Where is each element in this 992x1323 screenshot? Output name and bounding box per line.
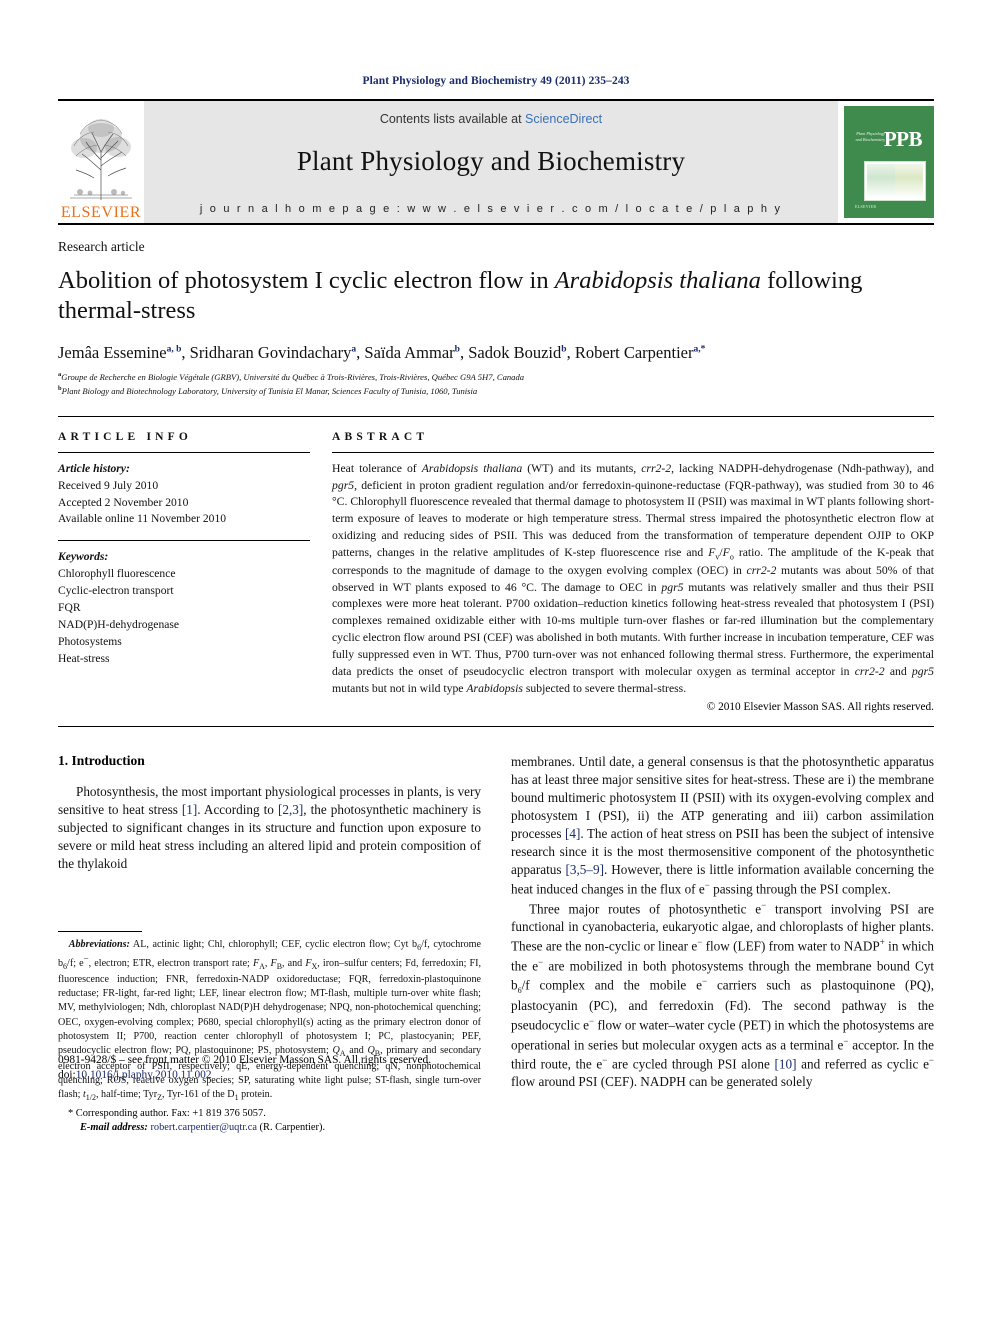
- corresponding-author-note: * Corresponding author. Fax: +1 819 376 …: [68, 1107, 266, 1119]
- cover-journal-name: Plant Physiology and Biochemistry: [855, 131, 885, 143]
- abstract-copyright: © 2010 Elsevier Masson SAS. All rights r…: [706, 700, 934, 713]
- issn-block: 0981-9428/$ – see front matter © 2010 El…: [58, 1053, 481, 1085]
- article-history: Article history: Received 9 July 2010 Ac…: [58, 453, 310, 529]
- cover-publisher-mark: ELSEVIER: [855, 204, 877, 209]
- cover-inner: Plant Physiology and Biochemistry PPB EL…: [850, 111, 928, 213]
- history-received: Received 9 July 2010: [58, 478, 159, 492]
- keyword-item: NAD(P)H-dehydrogenase: [58, 618, 180, 632]
- info-abstract-block: ARTICLE INFO Article history: Received 9…: [58, 417, 934, 713]
- affiliation-item: aGroupe de Recherche en Biologie Végétal…: [58, 370, 934, 384]
- cover-figure-right: [894, 164, 923, 198]
- author-name[interactable]: Jemâa Essemine: [58, 343, 167, 362]
- author-list: Jemâa Esseminea, b, Sridharan Govindacha…: [58, 342, 706, 362]
- article-body: 1. Introduction Photosynthesis, the most…: [58, 752, 934, 1133]
- affiliation-text: Groupe de Recherche en Biologie Végétale…: [61, 372, 525, 383]
- doi-link[interactable]: 10.1016/j.plaphy.2010.11.002: [76, 1069, 212, 1081]
- author-affil-marker: a, b: [166, 344, 182, 355]
- abstract-bottom-rule: [58, 725, 934, 727]
- cover-art: Plant Physiology and Biochemistry PPB EL…: [844, 106, 934, 218]
- keywords-label: Keywords:: [58, 550, 109, 564]
- author-name[interactable]: Robert Carpentier: [575, 343, 694, 362]
- email-note: E-mail address: robert.carpentier@uqtr.c…: [58, 1122, 481, 1133]
- affiliation-list: aGroupe de Recherche en Biologie Végétal…: [58, 370, 934, 398]
- doi-label: doi:: [58, 1069, 76, 1082]
- keyword-item: FQR: [58, 601, 81, 615]
- history-online: Available online 11 November 2010: [58, 512, 227, 526]
- journal-article-page: Plant Physiology and Biochemistry 49 (20…: [0, 0, 992, 1323]
- elsevier-wordmark: ELSEVIER: [60, 204, 142, 221]
- issn-line: 0981-9428/$ – see front matter © 2010 El…: [58, 1053, 432, 1066]
- doi-line: doi:10.1016/j.plaphy.2010.11.002: [58, 1068, 481, 1084]
- body-column-right: membranes. Until date, a general consens…: [511, 753, 934, 1092]
- title-species-italic: Arabidopsis thaliana: [554, 267, 761, 294]
- header-rule-bottom: [58, 223, 934, 225]
- intro-paragraph-2: Three major routes of photosynthetic e− …: [511, 899, 935, 1090]
- author-name[interactable]: Sridharan Govindachary: [190, 343, 352, 362]
- running-head: Plant Physiology and Biochemistry 49 (20…: [362, 75, 630, 87]
- section-heading-introduction: 1. Introduction: [58, 752, 145, 768]
- article-info-column: ARTICLE INFO Article history: Received 9…: [58, 431, 310, 713]
- keyword-item: Cyclic-electron transport: [58, 584, 174, 598]
- elsevier-logo: ELSEVIER: [58, 101, 144, 223]
- author-affil-marker: b: [561, 344, 567, 355]
- cover-figure-left: [867, 164, 896, 198]
- abstract-text: Heat tolerance of Arabidopsis thaliana (…: [332, 461, 934, 695]
- abstract-column: ABSTRACT Heat tolerance of Arabidopsis t…: [332, 431, 934, 713]
- journal-banner-center: Contents lists available at ScienceDirec…: [144, 101, 838, 223]
- contents-prefix: Contents lists available at: [379, 112, 526, 126]
- author-affil-marker: a: [351, 344, 357, 355]
- affiliation-item: bPlant Biology and Biotechnology Laborat…: [58, 384, 934, 398]
- intro-paragraph-1: Photosynthesis, the most important physi…: [58, 783, 481, 871]
- intro-paragraph-1-continued: membranes. Until date, a general consens…: [511, 753, 934, 897]
- abstract-heading: ABSTRACT: [332, 430, 429, 443]
- affiliation-text: Plant Biology and Biotechnology Laborato…: [61, 385, 478, 396]
- article-info-heading: ARTICLE INFO: [58, 430, 193, 443]
- author-name[interactable]: Saïda Ammar: [364, 343, 454, 362]
- journal-title: Plant Physiology and Biochemistry: [296, 146, 686, 176]
- author-name[interactable]: Sadok Bouzid: [468, 343, 561, 362]
- article-history-label: Article history:: [58, 461, 130, 475]
- email-suffix: (R. Carpentier).: [256, 1121, 326, 1133]
- contents-line: Contents lists available at ScienceDirec…: [380, 112, 602, 126]
- title-segment-1: Abolition of photosystem I cyclic electr…: [58, 267, 555, 294]
- article-type: Research article: [58, 239, 145, 254]
- sciencedirect-link[interactable]: ScienceDirect: [525, 112, 602, 126]
- cover-figure-icon: [864, 161, 926, 201]
- email-link[interactable]: robert.carpentier@uqtr.ca: [150, 1122, 257, 1133]
- elsevier-tree-icon: [64, 112, 138, 204]
- keyword-item: Chlorophyll fluorescence: [58, 567, 176, 581]
- body-column-left: 1. Introduction Photosynthesis, the most…: [58, 752, 481, 1133]
- journal-cover-thumbnail[interactable]: Plant Physiology and Biochemistry PPB EL…: [838, 101, 934, 223]
- author-affil-marker: a,*: [693, 344, 706, 355]
- keyword-item: Photosystems: [58, 634, 122, 648]
- footnote-divider: [58, 930, 142, 932]
- keyword-item: Heat-stress: [58, 651, 110, 665]
- page-title: Abolition of photosystem I cyclic electr…: [58, 266, 934, 326]
- abbreviations-label: Abbreviations:: [68, 938, 130, 950]
- footnote-zone: Abbreviations: AL, actinic light; Chl, c…: [58, 930, 481, 1133]
- journal-banner: ELSEVIER Contents lists available at Sci…: [58, 101, 934, 223]
- keywords-list: Keywords: Chlorophyll fluorescence Cycli…: [58, 541, 310, 667]
- history-accepted: Accepted 2 November 2010: [58, 495, 189, 509]
- journal-homepage[interactable]: j o u r n a l h o m e p a g e : w w w . …: [200, 203, 782, 215]
- email-label: E-mail address:: [80, 1121, 148, 1133]
- author-affil-marker: b: [454, 344, 460, 355]
- cover-abbrev-ppb: PPB: [883, 127, 923, 151]
